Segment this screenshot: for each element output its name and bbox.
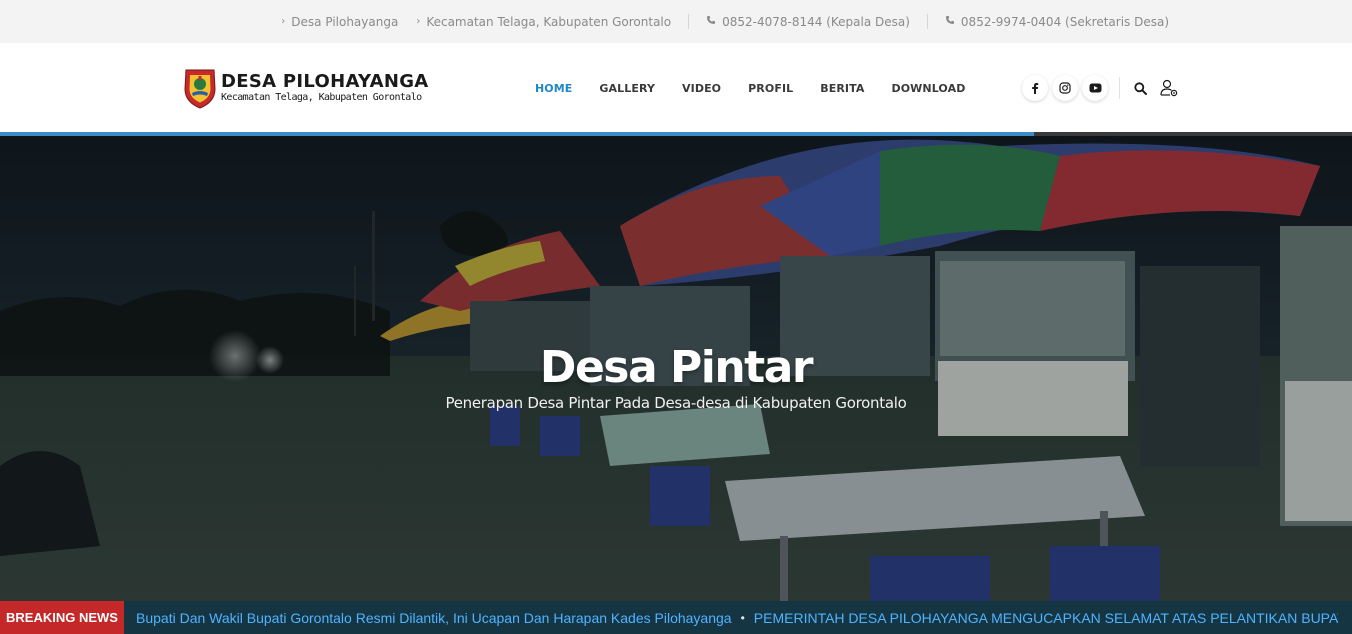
emblem-icon — [184, 69, 216, 109]
site-logo[interactable]: DESA PILOHAYANGA Kecamatan Telaga, Kabup… — [182, 67, 429, 109]
social-links — [1022, 75, 1112, 101]
nav-profil[interactable]: PROFIL — [748, 82, 793, 95]
hero-subtitle: Penerapan Desa Pintar Pada Desa-desa di … — [445, 394, 907, 412]
bullet-separator: • — [740, 610, 745, 625]
hero-slider[interactable]: Desa Pintar Penerapan Desa Pintar Pada D… — [0, 136, 1352, 601]
breaking-news-bar: BREAKING NEWS Bupati Dan Wakil Bupati Go… — [0, 601, 1352, 634]
breaking-news-label: BREAKING NEWS — [0, 601, 124, 634]
news-ticker: Bupati Dan Wakil Bupati Gorontalo Resmi … — [136, 601, 1338, 634]
logo-title: DESA PILOHAYANGA — [221, 71, 429, 92]
ticker-item[interactable]: Bupati Dan Wakil Bupati Gorontalo Resmi … — [136, 610, 732, 626]
site-header: DESA PILOHAYANGA Kecamatan Telaga, Kabup… — [0, 43, 1352, 133]
phone-kepala-desa-label: 0852-4078-8144 (Kepala Desa) — [722, 14, 910, 29]
search-icon[interactable] — [1131, 79, 1149, 97]
nav-video[interactable]: VIDEO — [682, 82, 721, 95]
instagram-icon[interactable] — [1052, 75, 1078, 101]
ticker-item[interactable]: PEMERINTAH DESA PILOHAYANGA MENGUCAPKAN … — [754, 610, 1338, 626]
youtube-icon[interactable] — [1082, 75, 1108, 101]
hero-title: Desa Pintar — [539, 342, 814, 393]
top-info-bar: › Desa Pilohayanga › Kecamatan Telaga, K… — [0, 0, 1352, 43]
nav-berita[interactable]: BERITA — [820, 82, 864, 95]
user-login-icon[interactable] — [1158, 77, 1180, 99]
divider — [926, 14, 928, 29]
breadcrumb-village-label: Desa Pilohayanga — [291, 14, 399, 29]
nav-home[interactable]: HOME — [535, 82, 572, 95]
breadcrumb-village[interactable]: › Desa Pilohayanga — [281, 15, 398, 29]
chevron-right-icon: › — [416, 16, 421, 27]
main-nav: HOME GALLERY VIDEO PROFIL BERITA DOWNLOA… — [535, 43, 992, 133]
phone-kepala-desa[interactable]: 0852-4078-8144 (Kepala Desa) — [706, 15, 910, 29]
logo-subtitle: Kecamatan Telaga, Kabupaten Gorontalo — [221, 92, 422, 103]
phone-sekretaris-desa[interactable]: 0852-9974-0404 (Sekretaris Desa) — [945, 15, 1169, 29]
phone-icon — [945, 15, 955, 28]
divider — [1119, 77, 1120, 99]
phone-sekretaris-desa-label: 0852-9974-0404 (Sekretaris Desa) — [960, 14, 1169, 29]
nav-gallery[interactable]: GALLERY — [599, 82, 655, 95]
facebook-icon[interactable] — [1022, 75, 1048, 101]
divider — [688, 14, 690, 29]
breadcrumb-district[interactable]: › Kecamatan Telaga, Kabupaten Gorontalo — [416, 15, 671, 29]
breadcrumb-district-label: Kecamatan Telaga, Kabupaten Gorontalo — [426, 14, 672, 29]
chevron-right-icon: › — [281, 16, 286, 27]
phone-icon — [706, 15, 716, 28]
nav-download[interactable]: DOWNLOAD — [891, 82, 965, 95]
